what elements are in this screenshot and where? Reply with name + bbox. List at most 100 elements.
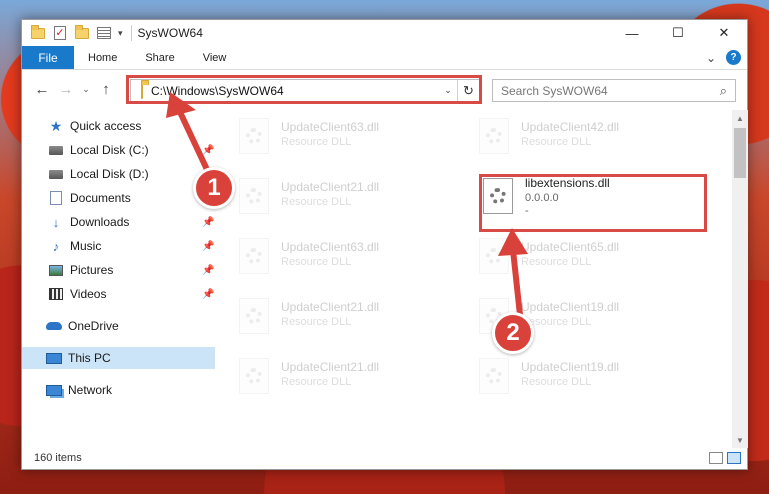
sidebar-item-local-disk-d[interactable]: Local Disk (D:) — [48, 163, 149, 185]
status-bar: 160 items — [22, 446, 747, 469]
list-item[interactable]: UpdateClient21.dll Resource DLL — [227, 174, 457, 218]
customize-qa-dropdown-icon[interactable]: ▾ — [118, 28, 123, 39]
sidebar-item-label: Documents — [70, 191, 131, 205]
file-name: UpdateClient65.dll — [521, 240, 620, 254]
pin-icon[interactable]: 📌 — [202, 145, 214, 156]
dll-file-icon — [239, 178, 269, 214]
file-name: UpdateClient21.dll — [281, 180, 380, 194]
file-name: UpdateClient63.dll — [281, 120, 380, 134]
window-title: SysWOW64 — [137, 26, 203, 40]
tab-share[interactable]: Share — [131, 46, 188, 69]
sidebar-item-music[interactable]: ♪ Music 📌 — [48, 235, 218, 257]
pin-icon[interactable]: 📌 — [202, 289, 214, 300]
list-item[interactable]: UpdateClient63.dll Resource DLL — [227, 114, 457, 158]
close-button[interactable]: ✕ — [701, 20, 747, 46]
sidebar-item-label: Local Disk (C:) — [70, 143, 149, 157]
downloads-icon: ↓ — [52, 214, 60, 230]
file-type: Resource DLL — [281, 196, 352, 208]
item-count: 160 items — [34, 451, 82, 464]
explorer-window: ✓ ▾ SysWOW64 — ☐ ✕ File Home Share View … — [21, 19, 748, 470]
this-pc-icon — [46, 351, 62, 365]
music-icon: ♪ — [52, 238, 60, 254]
sidebar-item-pictures[interactable]: Pictures 📌 — [48, 259, 218, 281]
file-type: Resource DLL — [281, 136, 352, 148]
back-button[interactable]: ← — [30, 77, 54, 101]
file-highlight-box — [479, 174, 707, 232]
file-name: UpdateClient19.dll — [521, 300, 620, 314]
sidebar-item-label: Network — [68, 383, 113, 397]
new-folder-icon[interactable] — [74, 24, 90, 41]
file-type: Resource DLL — [521, 256, 592, 268]
list-item[interactable]: UpdateClient21.dll Resource DLL — [227, 354, 457, 398]
sidebar-item-label: Videos — [70, 287, 107, 301]
documents-icon — [48, 191, 64, 205]
list-item[interactable]: UpdateClient63.dll Resource DLL — [227, 234, 457, 278]
scroll-up-icon[interactable]: ▲ — [732, 110, 748, 126]
file-type: Resource DLL — [281, 316, 352, 328]
sidebar-item-local-disk-c[interactable]: Local Disk (C:) 📌 — [48, 139, 218, 161]
folder-icon[interactable] — [30, 24, 46, 41]
onedrive-icon — [46, 319, 62, 333]
sidebar-item-label: Local Disk (D:) — [70, 167, 149, 181]
file-name: UpdateClient19.dll — [521, 360, 620, 374]
navigation-pane: ★ Quick access Local Disk (C:) 📌 Local D… — [22, 110, 215, 440]
properties-icon[interactable] — [96, 25, 112, 41]
forward-button[interactable]: → — [54, 77, 78, 101]
dll-file-icon — [479, 238, 509, 274]
network-icon — [46, 383, 62, 397]
file-type: Resource DLL — [281, 376, 352, 388]
file-name: UpdateClient21.dll — [281, 300, 380, 314]
star-icon: ★ — [49, 117, 63, 134]
list-item[interactable]: UpdateClient21.dll Resource DLL — [227, 294, 457, 338]
dll-file-icon — [239, 118, 269, 154]
sidebar-item-onedrive[interactable]: OneDrive — [46, 315, 119, 337]
maximize-button[interactable]: ☐ — [655, 20, 701, 46]
search-input[interactable]: Search SysWOW64 ⌕ — [492, 79, 736, 102]
file-name: UpdateClient42.dll — [521, 120, 620, 134]
sidebar-item-network[interactable]: Network — [46, 379, 112, 401]
recent-locations-icon[interactable]: ⌄ — [78, 77, 94, 101]
details-view-icon[interactable] — [709, 451, 723, 464]
ribbon-tabs: File Home Share View ⌄ ? — [22, 46, 747, 70]
drive-icon — [48, 143, 64, 157]
title-bar: ✓ ▾ SysWOW64 — ☐ ✕ — [22, 20, 747, 46]
list-item[interactable]: UpdateClient65.dll Resource DLL — [467, 234, 697, 278]
sidebar-item-quick-access[interactable]: ★ Quick access — [48, 115, 142, 137]
list-item[interactable]: UpdateClient19.dll Resource DLL — [467, 354, 697, 398]
pin-icon[interactable]: 📌 — [202, 217, 214, 228]
file-name: UpdateClient21.dll — [281, 360, 380, 374]
sidebar-item-label: This PC — [68, 351, 111, 365]
tab-home[interactable]: Home — [74, 46, 131, 69]
sidebar-item-this-pc[interactable]: This PC — [22, 347, 215, 369]
tab-view[interactable]: View — [189, 46, 241, 69]
vertical-scrollbar[interactable]: ▲ ▼ — [732, 110, 748, 448]
up-button[interactable]: ↑ — [94, 77, 118, 101]
sidebar-item-downloads[interactable]: ↓ Downloads 📌 — [48, 211, 218, 233]
tab-file[interactable]: File — [22, 46, 74, 69]
dll-file-icon — [239, 298, 269, 334]
drive-icon — [48, 167, 64, 181]
address-highlight-box — [126, 75, 482, 104]
properties-check-icon[interactable]: ✓ — [52, 25, 68, 41]
sidebar-item-label: OneDrive — [68, 319, 119, 333]
sidebar-item-videos[interactable]: Videos 📌 — [48, 283, 218, 305]
search-icon: ⌕ — [719, 82, 727, 98]
sidebar-item-label: Quick access — [70, 119, 142, 133]
minimize-button[interactable]: — — [609, 20, 655, 46]
pin-icon[interactable]: 📌 — [202, 241, 214, 252]
search-placeholder: Search SysWOW64 — [501, 83, 608, 98]
help-icon[interactable]: ? — [726, 50, 741, 65]
expand-ribbon-icon[interactable]: ⌄ — [706, 51, 716, 65]
file-type: Resource DLL — [281, 256, 352, 268]
sidebar-item-label: Downloads — [70, 215, 130, 229]
videos-icon — [48, 287, 64, 301]
list-item[interactable]: UpdateClient42.dll Resource DLL — [467, 114, 697, 158]
file-type: Resource DLL — [521, 136, 592, 148]
step-badge-1: 1 — [193, 167, 235, 209]
file-list: UpdateClient63.dll Resource DLL UpdateCli… — [227, 110, 732, 440]
scroll-thumb[interactable] — [734, 128, 746, 178]
large-icons-view-icon[interactable] — [727, 451, 741, 464]
pictures-icon — [48, 263, 64, 277]
file-name: UpdateClient63.dll — [281, 240, 380, 254]
pin-icon[interactable]: 📌 — [202, 265, 214, 276]
